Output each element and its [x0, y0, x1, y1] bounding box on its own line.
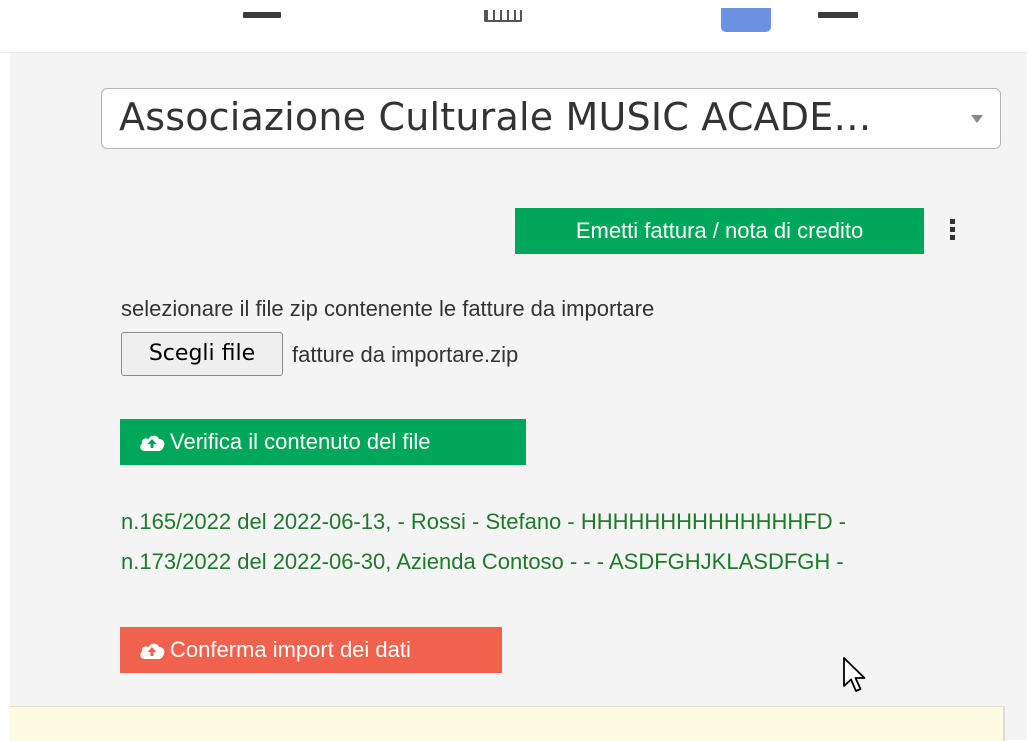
cloud-upload-icon	[138, 640, 166, 660]
menu-icon[interactable]	[243, 12, 281, 18]
mouse-cursor-icon	[842, 656, 868, 701]
list-item: n.165/2022 del 2022-06-13, - Rossi - Ste…	[121, 509, 847, 534]
association-select[interactable]: Associazione Culturale MUSIC ACADE…	[101, 88, 1001, 149]
confirm-import-label: Conferma import dei dati	[170, 637, 411, 662]
import-results-list: n.165/2022 del 2022-06-13, - Rossi - Ste…	[121, 507, 846, 587]
user-icon[interactable]	[721, 8, 771, 32]
exit-icon[interactable]	[818, 12, 858, 18]
chevron-down-icon	[971, 115, 983, 123]
emit-invoice-button[interactable]: Emetti fattura / nota di credito	[515, 208, 924, 254]
selected-file-name: fatture da importare.zip	[292, 342, 519, 367]
choose-file-button[interactable]: Scegli file	[121, 332, 283, 376]
more-options-icon[interactable]	[950, 219, 956, 241]
calendar-icon[interactable]	[484, 10, 522, 22]
top-navbar	[0, 0, 1027, 53]
cloud-upload-icon	[138, 432, 166, 452]
file-select-instruction: selezionare il file zip contenente le fa…	[121, 296, 655, 321]
notice-bar	[10, 706, 1005, 741]
verify-file-label: Verifica il contenuto del file	[170, 429, 431, 454]
association-select-value: Associazione Culturale MUSIC ACADE…	[119, 95, 872, 139]
confirm-import-button[interactable]: Conferma import dei dati	[120, 627, 502, 673]
list-item: n.173/2022 del 2022-06-30, Azienda Conto…	[121, 549, 844, 574]
verify-file-button[interactable]: Verifica il contenuto del file	[120, 419, 526, 465]
